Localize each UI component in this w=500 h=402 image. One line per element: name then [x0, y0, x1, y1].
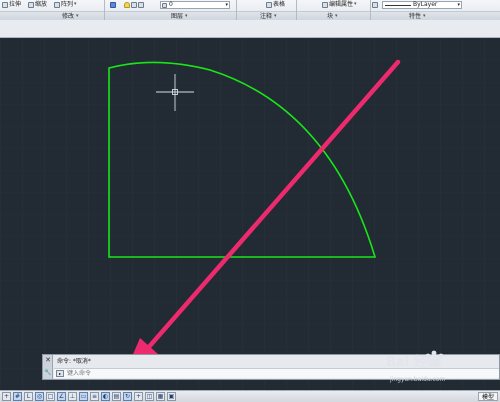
baidu-watermark: Bai 经验 jingyan.baidu.com: [386, 350, 446, 383]
document-tab-strip: [0, 20, 500, 38]
ribbon-panel-titles: 修改 ▾ 图层 ▾ 注释 ▾ 块 ▾ 特性 ▾: [0, 11, 500, 20]
sun-icon: [131, 1, 137, 8]
panel-separator: [370, 0, 371, 20]
table-icon: [266, 1, 272, 8]
scale-icon: [28, 1, 34, 8]
chevron-down-icon: ▾: [354, 1, 357, 7]
osnap-icon[interactable]: □: [46, 392, 55, 401]
scale-label: 缩放: [35, 1, 48, 8]
linetype-dropdown[interactable]: ByLayer ▾: [382, 1, 462, 9]
snap-icon[interactable]: +: [2, 392, 11, 401]
lock-icon: [138, 1, 144, 8]
command-history: 命令: *取消*: [57, 358, 91, 365]
watermark-caption: jingyan.baidu.com: [389, 376, 446, 383]
bulb-icon: [124, 1, 130, 8]
polar-icon[interactable]: ◎: [35, 392, 44, 401]
layer-state-icons[interactable]: [124, 0, 144, 9]
drawing-area[interactable]: [0, 38, 500, 390]
command-input[interactable]: [67, 369, 267, 378]
layer-color-icon: [162, 2, 167, 8]
viewport-icon[interactable]: ▣: [167, 392, 176, 401]
linetype-sample: [385, 4, 411, 6]
command-prompt-icon[interactable]: ▸: [56, 370, 64, 377]
edit-attribute-label: 编辑属性: [329, 1, 354, 8]
stretch-label: 拉伸: [9, 1, 22, 8]
quick-properties-icon[interactable]: ▤: [112, 392, 121, 401]
edit-attribute-icon: [322, 1, 328, 8]
ribbon: 拉伸 缩放 阵列 ▾ 0 ▾ 表格 编辑属性 ▾ ByLayer ▾ 修改 ▾ …: [0, 0, 500, 20]
layer-value: 0: [169, 1, 173, 8]
chevron-down-icon: ▾: [225, 2, 228, 8]
bylayer-value: ByLayer: [413, 1, 438, 8]
lineweight-icon[interactable]: ≡: [90, 392, 99, 401]
array-button[interactable]: 阵列 ▾: [54, 0, 77, 9]
stretch-icon: [2, 1, 8, 8]
grid: [0, 38, 500, 390]
ortho-icon[interactable]: L: [24, 392, 33, 401]
drawing-canvas[interactable]: [0, 38, 500, 390]
annotation-monitor-icon[interactable]: +: [134, 392, 143, 401]
close-icon[interactable]: ✕: [44, 356, 52, 364]
selection-cycling-icon[interactable]: ↻: [123, 392, 132, 401]
edit-attribute-button[interactable]: 编辑属性 ▾: [322, 0, 357, 9]
annotate-icon: [110, 1, 116, 8]
dyn-icon[interactable]: ▭: [79, 392, 88, 401]
linetype-icon: [372, 1, 378, 8]
ucs-icon[interactable]: ⊥: [68, 392, 77, 401]
wrench-icon[interactable]: 🔧: [44, 369, 52, 377]
status-bar: + # L ◎ □ ∠ ⊥ ▭ ≡ ◐ ▤ ↻ + ◫ ▦ ▣ 模型: [0, 390, 500, 402]
linetype-icon-wrap: [372, 0, 378, 9]
array-label: 阵列: [61, 1, 74, 8]
chevron-down-icon: ▾: [74, 1, 77, 7]
model-space-icon[interactable]: ◫: [145, 392, 154, 401]
scale-button[interactable]: 缩放: [28, 0, 47, 9]
model-tab[interactable]: 模型: [478, 392, 498, 401]
table-label: 表格: [273, 1, 286, 8]
array-icon: [54, 1, 60, 8]
layer-dropdown[interactable]: 0 ▾: [160, 1, 230, 9]
chevron-down-icon: ▾: [457, 2, 460, 8]
autocad-window: 拉伸 缩放 阵列 ▾ 0 ▾ 表格 编辑属性 ▾ ByLayer ▾ 修改 ▾ …: [0, 0, 500, 402]
command-window-grip[interactable]: ✕ 🔧: [43, 355, 53, 379]
stretch-button[interactable]: 拉伸: [2, 0, 21, 9]
grid-icon[interactable]: #: [13, 392, 22, 401]
panel-separator: [296, 0, 297, 20]
layout-icon[interactable]: ▦: [156, 392, 165, 401]
annotate-tool-button[interactable]: [110, 0, 116, 9]
otrack-icon[interactable]: ∠: [57, 392, 66, 401]
table-button[interactable]: 表格: [266, 0, 285, 9]
transparency-icon[interactable]: ◐: [101, 392, 110, 401]
panel-separator: [236, 0, 237, 20]
panel-separator: [104, 0, 105, 20]
